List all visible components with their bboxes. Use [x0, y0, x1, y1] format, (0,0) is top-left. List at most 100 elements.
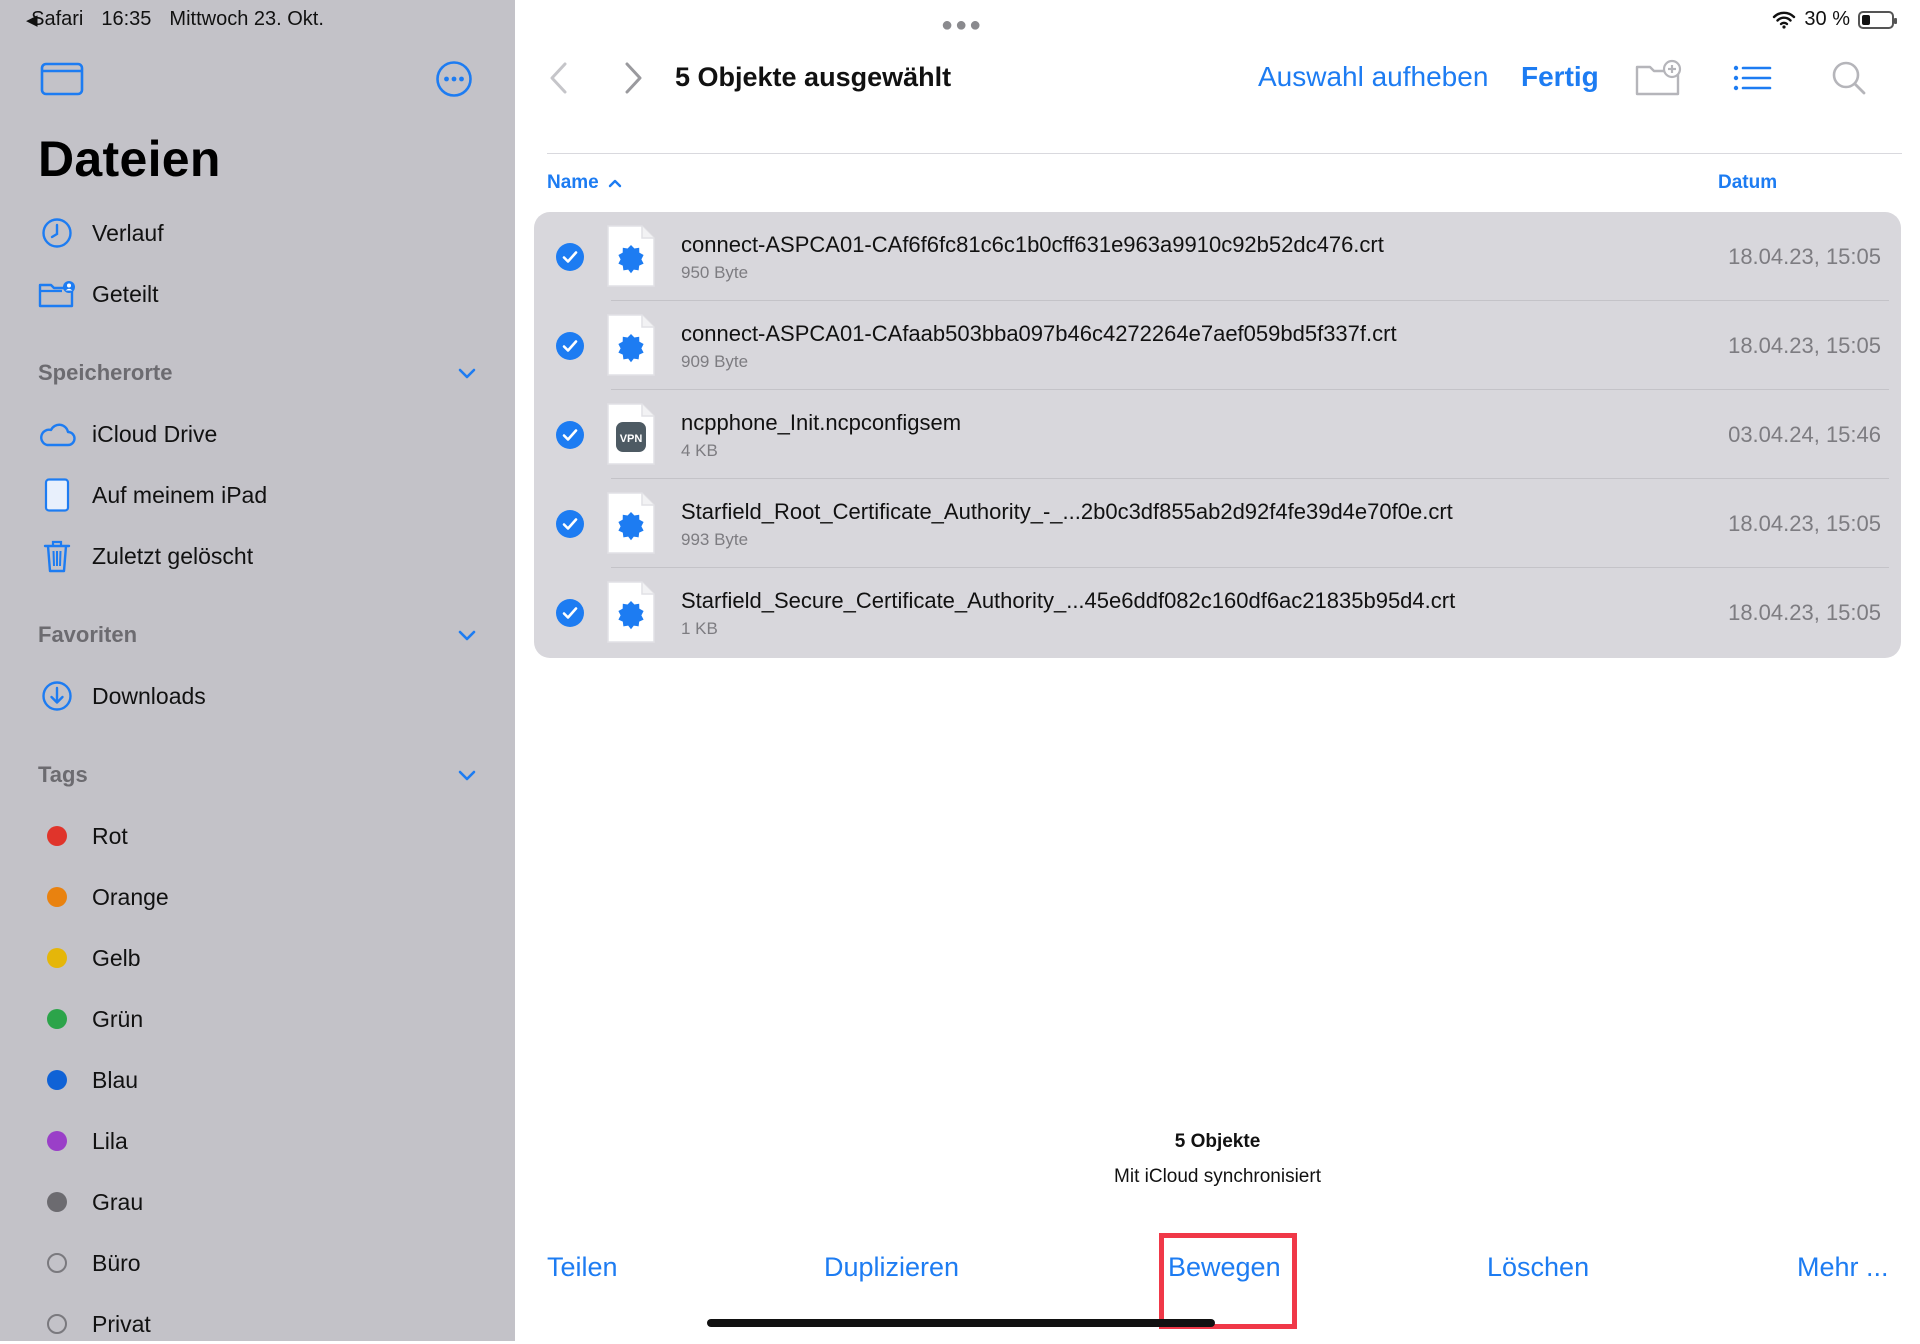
sidebar-item-label: Gelb: [92, 944, 141, 971]
battery-percentage: 30 %: [1804, 8, 1850, 30]
tag-dot: [47, 948, 67, 968]
sort-by-name-button[interactable]: Name: [547, 172, 623, 194]
sync-status: Mit iCloud synchronisiert: [1114, 1166, 1321, 1187]
done-button[interactable]: Fertig: [1521, 61, 1599, 93]
tag-color-icon: [38, 1183, 76, 1221]
svg-text:VPN: VPN: [620, 433, 643, 445]
file-size: 1 KB: [681, 619, 718, 638]
sidebar-tag-8[interactable]: Büro: [38, 1243, 141, 1283]
file-date: 18.04.23, 15:05: [1728, 244, 1881, 269]
sidebar-toggle-icon[interactable]: [40, 62, 84, 96]
checkmark-icon[interactable]: [556, 599, 584, 627]
certificate-icon: [606, 224, 656, 288]
sidebar-tag-5[interactable]: Blau: [38, 1060, 138, 1100]
sidebar-item-icloud-drive[interactable]: iCloud Drive: [38, 414, 217, 454]
file-row[interactable]: Starfield_Root_Certificate_Authority_-_.…: [534, 479, 1901, 568]
checkmark-icon[interactable]: [556, 243, 584, 271]
sidebar-tag-3[interactable]: Gelb: [38, 938, 141, 978]
tag-color-icon: [38, 939, 76, 977]
sidebar-item-verlauf[interactable]: Verlauf: [38, 213, 164, 253]
checkmark-icon[interactable]: [556, 510, 584, 538]
trash-icon: [38, 537, 76, 575]
file-row[interactable]: connect-ASPCA01-CAfaab503bba097b46c42722…: [534, 301, 1901, 390]
tag-color-icon: [38, 1122, 76, 1160]
deselect-button[interactable]: Auswahl aufheben: [1258, 61, 1488, 93]
tag-dot: [47, 826, 67, 846]
checkmark-icon[interactable]: [556, 332, 584, 360]
search-icon[interactable]: [1826, 58, 1874, 98]
duplicate-button[interactable]: Duplizieren: [824, 1252, 959, 1283]
tag-dot: [47, 1253, 67, 1273]
battery-icon: [1858, 10, 1897, 29]
file-row[interactable]: Starfield_Secure_Certificate_Authority_.…: [534, 568, 1901, 657]
section-heading: Speicherorte: [38, 360, 173, 385]
sidebar-item-recently-deleted[interactable]: Zuletzt gelöscht: [38, 536, 253, 576]
file-row[interactable]: connect-ASPCA01-CAf6f6fc81c6c1b0cff631e9…: [534, 212, 1901, 301]
share-button[interactable]: Teilen: [547, 1252, 618, 1283]
forward-chevron-icon[interactable]: [621, 60, 645, 96]
tag-dot: [47, 1009, 67, 1029]
sidebar-tag-4[interactable]: Grün: [38, 999, 143, 1039]
vpn-icon: VPN: [606, 402, 656, 466]
section-locations[interactable]: Speicherorte: [38, 353, 478, 393]
status-bar-right: 30 %: [1772, 8, 1897, 31]
file-row[interactable]: VPN ncpphone_Init.ncpconfigsem 4 KB 03.04.2…: [534, 390, 1901, 479]
more-button[interactable]: Mehr ...: [1797, 1252, 1889, 1283]
file-date: 18.04.23, 15:05: [1728, 511, 1881, 536]
file-name: Starfield_Secure_Certificate_Authority_.…: [681, 588, 1456, 613]
file-size: 909 Byte: [681, 352, 749, 371]
tag-dot: [47, 1192, 67, 1212]
certificate-icon: [606, 313, 656, 377]
chevron-up-icon: [608, 179, 621, 188]
back-chevron-icon[interactable]: [547, 60, 571, 96]
file-name: Starfield_Root_Certificate_Authority_-_.…: [681, 499, 1453, 524]
home-indicator[interactable]: [707, 1319, 1215, 1327]
tag-color-icon: [38, 817, 76, 855]
column-header-name: Name: [547, 172, 599, 193]
sidebar-tag-7[interactable]: Grau: [38, 1182, 143, 1222]
file-size: 4 KB: [681, 441, 718, 460]
sidebar-tag-2[interactable]: Orange: [38, 877, 169, 917]
status-date: Mittwoch 23. Okt.: [169, 8, 324, 30]
sidebar-tag-6[interactable]: Lila: [38, 1121, 128, 1161]
sidebar-item-label: Blau: [92, 1066, 139, 1093]
certificate-icon: [606, 491, 656, 555]
item-count: 5 Objekte: [1174, 1131, 1261, 1152]
file-name: connect-ASPCA01-CAfaab503bba097b46c42722…: [681, 321, 1397, 346]
sidebar-tag-9[interactable]: Privat: [38, 1304, 151, 1344]
sidebar-item-on-my-ipad[interactable]: Auf meinem iPad: [38, 475, 267, 515]
section-tags[interactable]: Tags: [38, 755, 478, 795]
sidebar-item-label: Büro: [92, 1249, 141, 1276]
main-pane: ●●● 30 % 5 Objekte ausgewählt Auswahl au…: [515, 0, 1920, 1341]
file-name: connect-ASPCA01-CAf6f6fc81c6c1b0cff631e9…: [681, 232, 1384, 257]
sidebar-item-geteilt[interactable]: Geteilt: [38, 274, 158, 314]
file-name: ncpphone_Init.ncpconfigsem: [681, 410, 962, 435]
delete-button[interactable]: Löschen: [1487, 1252, 1589, 1283]
sidebar-item-downloads[interactable]: Downloads: [38, 676, 206, 716]
sidebar-title: Dateien: [38, 131, 221, 187]
multitasking-dots-icon[interactable]: ●●●: [941, 14, 983, 37]
back-to-app-link[interactable]: ◀ Safari: [26, 8, 83, 31]
section-favorites[interactable]: Favoriten: [38, 615, 478, 655]
new-folder-icon[interactable]: [1634, 58, 1682, 98]
more-options-icon[interactable]: [435, 60, 473, 98]
file-size: 950 Byte: [681, 263, 749, 282]
sidebar-tag-1[interactable]: Rot: [38, 816, 128, 856]
file-date: 18.04.23, 15:05: [1728, 600, 1881, 625]
chevron-down-icon: [458, 630, 476, 641]
page-title: 5 Objekte ausgewählt: [675, 62, 952, 92]
column-header-date[interactable]: Datum: [1718, 172, 1777, 194]
checkmark-icon[interactable]: [556, 421, 584, 449]
sidebar-item-label: Rot: [92, 822, 128, 849]
status-time: 16:35: [101, 8, 152, 30]
sidebar: ◀ Safari 16:35 Mittwoch 23. Okt. Dateien…: [0, 0, 515, 1341]
file-list: connect-ASPCA01-CAf6f6fc81c6c1b0cff631e9…: [534, 212, 1901, 658]
chevron-down-icon: [458, 368, 476, 379]
sidebar-item-label: iCloud Drive: [92, 420, 218, 447]
sidebar-item-label: Downloads: [92, 682, 206, 709]
section-heading: Favoriten: [38, 622, 138, 647]
tag-dot: [47, 887, 67, 907]
clock-icon: [38, 214, 76, 252]
tag-dot: [47, 1314, 67, 1334]
list-view-icon[interactable]: [1728, 58, 1776, 98]
